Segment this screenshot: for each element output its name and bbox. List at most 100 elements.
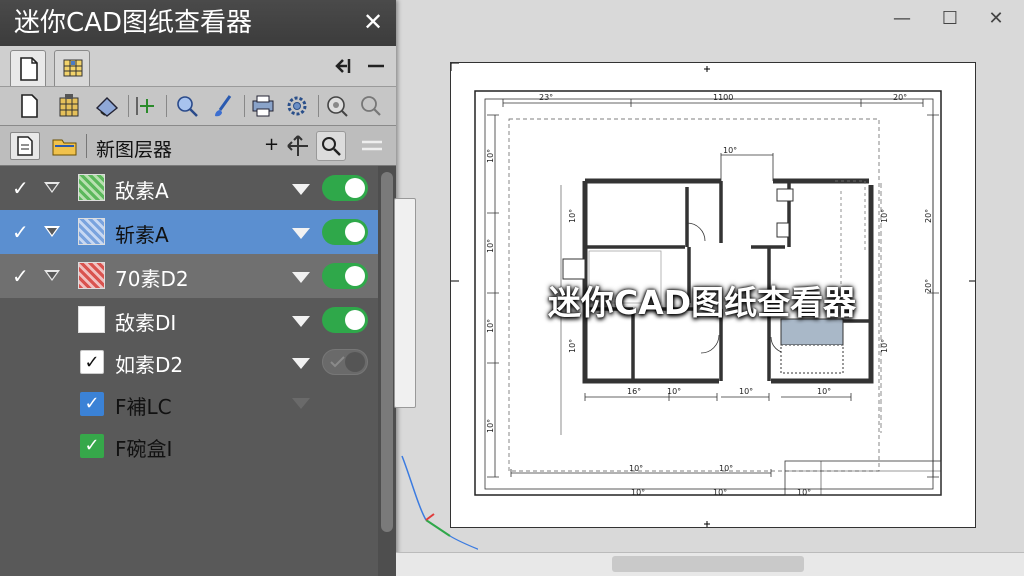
panel-splitter-handle[interactable]: [394, 198, 416, 408]
chevron-down-icon[interactable]: [292, 228, 310, 239]
layer-checkbox[interactable]: ✓: [80, 350, 104, 374]
add-icon: [136, 97, 154, 115]
dim-label: 20°: [924, 279, 933, 293]
layer-color-swatch[interactable]: [78, 218, 105, 245]
layer-name: 敌素A: [115, 179, 169, 203]
tab-document[interactable]: [10, 50, 46, 86]
layer-name: F補LC: [115, 395, 172, 419]
layer-row[interactable]: ✓ 敌素A: [0, 166, 378, 210]
dim-label: 10°: [629, 464, 643, 473]
ucs-axis-icon: [401, 455, 478, 550]
dim-label: 10°: [723, 146, 737, 155]
brush-icon: [215, 95, 232, 117]
new-layer-icon: [17, 136, 33, 156]
tab-layers[interactable]: [54, 50, 90, 86]
new-layer-button[interactable]: [10, 132, 40, 160]
chevron-down-icon[interactable]: [292, 184, 310, 195]
add-layer-plus[interactable]: +: [264, 134, 279, 155]
layer-row-selected[interactable]: ✓ 斩素A: [0, 210, 378, 254]
minimize-panel-icon[interactable]: [366, 56, 386, 76]
chevron-down-icon[interactable]: [292, 398, 310, 409]
brush-button[interactable]: [208, 91, 238, 121]
layer-check[interactable]: ✓: [12, 266, 32, 286]
expand-chevron-icon[interactable]: [44, 226, 60, 237]
layer-name: 70素D2: [115, 267, 189, 291]
layer-row[interactable]: ✓ 70素D2: [0, 254, 378, 298]
layer-name: 斩素A: [115, 223, 169, 247]
layer-properties-icon: [59, 94, 79, 117]
dim-label: 10°: [667, 387, 681, 396]
chevron-down-icon[interactable]: [292, 316, 310, 327]
move-icon[interactable]: [286, 134, 310, 158]
dim-label: 10°: [880, 209, 889, 223]
zoom-button[interactable]: [356, 91, 386, 121]
select-layer-button[interactable]: [172, 91, 202, 121]
panel-tab-row: [0, 46, 396, 86]
layer-color-swatch[interactable]: [78, 174, 105, 201]
dim-label: 10°: [817, 387, 831, 396]
layer-visibility-toggle[interactable]: [322, 263, 368, 289]
layer-visibility-toggle[interactable]: [322, 219, 368, 245]
panel-close-button[interactable]: ✕: [360, 6, 386, 38]
layer-checkbox[interactable]: ✓: [80, 434, 104, 458]
add-layer-button[interactable]: [132, 91, 162, 121]
window-maximize-button[interactable]: ☐: [930, 4, 970, 34]
pin-icon[interactable]: [334, 56, 354, 76]
print-button[interactable]: [248, 91, 278, 121]
toolbar-separator: [128, 95, 129, 117]
toolbar-separator: [318, 95, 319, 117]
dim-label: 10°: [486, 419, 495, 433]
layer-visibility-toggle-off[interactable]: [322, 349, 368, 375]
menu-icon[interactable]: [358, 136, 386, 156]
dim-label: 10°: [719, 464, 733, 473]
header-separator: [86, 134, 87, 158]
new-document-button[interactable]: [14, 91, 44, 121]
dim-label: 10°: [713, 488, 727, 497]
window-controls: — ☐ ✕: [870, 4, 1020, 34]
chevron-down-icon[interactable]: [292, 358, 310, 369]
dim-label: 10°: [486, 319, 495, 333]
search-icon: [322, 137, 341, 156]
layer-color-swatch[interactable]: [78, 306, 105, 333]
layer-checkbox[interactable]: ✓: [80, 392, 104, 416]
new-document-icon: [21, 94, 38, 118]
toolbar-separator: [166, 95, 167, 117]
layer-row[interactable]: ✓ F補LC: [0, 382, 378, 426]
dim-label: 1100: [713, 93, 733, 102]
dim-label: 10°: [568, 339, 577, 353]
expand-chevron-icon[interactable]: [44, 182, 60, 193]
layer-visibility-toggle[interactable]: [322, 175, 368, 201]
layer-check[interactable]: ✓: [12, 222, 32, 242]
dim-label: 10°: [486, 149, 495, 163]
layer-row[interactable]: ✓ 如素D2: [0, 340, 378, 384]
dim-label: 10°: [880, 339, 889, 353]
dim-label: 10°: [631, 488, 645, 497]
find-layer-button[interactable]: [316, 131, 346, 161]
window-minimize-button[interactable]: —: [882, 4, 922, 34]
layer-name: 敌素DI: [115, 311, 177, 335]
layer-row[interactable]: 敌素DI: [0, 298, 378, 342]
panel-toolbar: [0, 86, 396, 126]
layer-state-button[interactable]: [92, 91, 122, 121]
layer-header-label: 新图层器: [96, 139, 173, 161]
layer-visibility-toggle[interactable]: [322, 307, 368, 333]
layer-check[interactable]: ✓: [12, 178, 32, 198]
scrollbar-thumb[interactable]: [381, 172, 393, 532]
layer-props-button[interactable]: [54, 91, 84, 121]
settings-button[interactable]: [282, 91, 312, 121]
open-folder-button[interactable]: [50, 132, 80, 160]
panel-titlebar[interactable]: 迷你CAD图纸查看器 ✕: [0, 0, 396, 46]
scrollbar-thumb[interactable]: [612, 556, 804, 572]
zoom-extents-button[interactable]: [322, 91, 352, 121]
window-close-button[interactable]: ✕: [976, 4, 1016, 34]
gear-icon: [287, 96, 307, 116]
dim-label: 16°: [627, 387, 641, 396]
layer-header-bar: 新图层器 +: [0, 126, 396, 166]
select-icon: [177, 96, 198, 117]
expand-chevron-icon[interactable]: [44, 270, 60, 281]
layer-row[interactable]: ✓ F碗盒I: [0, 424, 378, 468]
layer-state-icon: [95, 97, 119, 117]
dim-label: 10°: [797, 488, 811, 497]
chevron-down-icon[interactable]: [292, 272, 310, 283]
layer-color-swatch[interactable]: [78, 262, 105, 289]
